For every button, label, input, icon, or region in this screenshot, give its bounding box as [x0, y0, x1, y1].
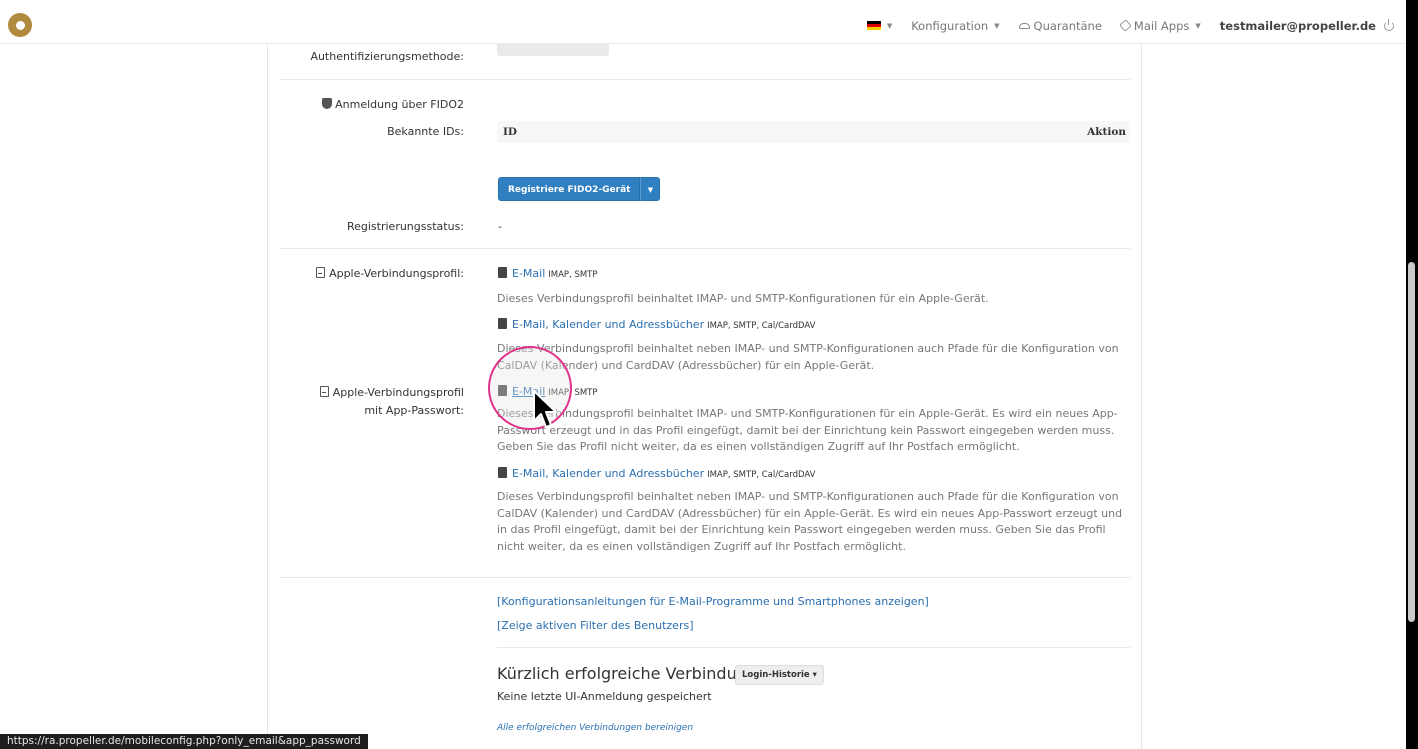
login-history-button[interactable]: Login-Historie ▾ [735, 665, 824, 685]
column-id: ID [503, 126, 518, 138]
top-navbar: ▼ Konfiguration ▼ Quarantäne Mail Apps ▼ t… [0, 7, 1406, 44]
apple-profile-full-desc: Dieses Verbindungsprofil beinhaltet nebe… [497, 342, 1119, 372]
apple-app-profile-full: E-Mail, Kalender und Adressbücher IMAP, S… [498, 467, 815, 480]
config-menu[interactable]: Konfiguration ▼ [911, 19, 999, 33]
login-history-label: Login-Historie [742, 670, 810, 680]
apple-app-profile-email-desc: Dieses Verbindungsprofil beinhaltet IMAP… [497, 407, 1118, 453]
apple-profile-label: Apple-Verbindungsprofil: [316, 267, 464, 280]
known-ids-table-header: ID Aktion [497, 121, 1130, 143]
config-menu-label: Konfiguration [911, 18, 989, 33]
scrollbar-thumb[interactable] [1408, 262, 1415, 622]
auth-method-select[interactable] [497, 44, 609, 56]
apple-profile-label-text: Apple-Verbindungsprofil: [329, 267, 464, 280]
user-email: testmailer@propeller.de [1219, 18, 1376, 33]
register-fido-button[interactable]: Registriere FIDO2-Gerät [498, 177, 641, 201]
file-icon [498, 467, 507, 478]
chevron-down-icon: ▼ [886, 21, 893, 30]
language-dropdown[interactable]: ▼ [866, 21, 893, 30]
apple-profile-full-link[interactable]: E-Mail, Kalender und Adressbücher [512, 318, 704, 331]
link-icon [1119, 19, 1132, 32]
quarantine-icon [1018, 22, 1030, 29]
protocols-label: IMAP, SMTP [548, 270, 598, 280]
status-bar-url: https://ra.propeller.de/mobileconfig.php… [0, 734, 368, 749]
fido-title: Anmeldung über FIDO2 [322, 98, 464, 111]
quarantine-label: Quarantäne [1033, 18, 1102, 33]
apple-app-profile-label-line2: mit App-Passwort: [364, 404, 464, 417]
apple-app-profile-label: Apple-Verbindungsprofil mit App-Passwort… [319, 384, 464, 420]
auth-method-label: Authentifizierungsmethode: [310, 50, 464, 63]
chevron-down-icon: ▼ [1195, 21, 1201, 30]
protocols-label: IMAP, SMTP, Cal/CardDAV [707, 321, 816, 331]
logo[interactable] [8, 13, 32, 37]
apple-profile-email-desc: Dieses Verbindungsprofil beinhaltet IMAP… [497, 292, 989, 305]
fido-title-text: Anmeldung über FIDO2 [335, 98, 464, 111]
divider [280, 79, 1130, 80]
quarantine-link[interactable]: Quarantäne [1018, 18, 1102, 33]
column-action: Aktion [1087, 126, 1126, 138]
file-icon [498, 318, 507, 329]
protocols-label: IMAP, SMTP, Cal/CardDAV [707, 470, 816, 480]
active-filters-link[interactable]: [Zeige aktiven Filter des Benutzers] [497, 619, 694, 632]
shield-icon [322, 98, 333, 109]
no-login-text: Keine letzte UI-Anmeldung gespeichert [497, 690, 712, 703]
clear-connections-link[interactable]: Alle erfolgreichen Verbindungen bereinig… [497, 723, 693, 733]
apple-profile-email: E-Mail IMAP, SMTP [498, 267, 598, 280]
document-icon [319, 386, 329, 397]
mail-apps-menu[interactable]: Mail Apps ▼ [1119, 18, 1201, 33]
file-icon [498, 267, 507, 278]
mouse-pointer-icon [533, 390, 557, 428]
document-icon [316, 267, 326, 278]
click-highlight-ring [488, 346, 572, 430]
apple-app-profile-label-line1: Apple-Verbindungsprofil [332, 386, 464, 399]
chevron-down-icon: ▼ [994, 21, 1000, 30]
divider [497, 647, 1130, 648]
register-fido-button-group: Registriere FIDO2-Gerät ▼ [498, 177, 661, 201]
known-ids-label: Bekannte IDs: [387, 125, 464, 138]
apple-app-profile-full-link[interactable]: E-Mail, Kalender und Adressbücher [512, 467, 704, 480]
mail-apps-label: Mail Apps [1133, 18, 1190, 33]
apple-app-profile-full-desc: Dieses Verbindungsprofil beinhaltet nebe… [497, 490, 1123, 553]
divider [280, 248, 1130, 249]
browser-viewport: ▼ Konfiguration ▼ Quarantäne Mail Apps ▼ t… [0, 0, 1406, 749]
config-guides-link[interactable]: [Konfigurationsanleitungen für E-Mail-Pr… [497, 595, 929, 608]
german-flag-icon [866, 21, 881, 30]
logout-icon[interactable] [1384, 18, 1394, 31]
apple-profile-full: E-Mail, Kalender und Adressbücher IMAP, S… [498, 318, 815, 331]
apple-profile-email-link[interactable]: E-Mail [512, 267, 545, 280]
reg-status-value: - [498, 220, 502, 233]
chevron-down-icon: ▼ [647, 186, 654, 194]
divider [280, 577, 1130, 578]
chevron-down-icon: ▾ [812, 670, 817, 680]
reg-status-label: Registrierungsstatus: [346, 220, 464, 233]
register-fido-dropdown[interactable]: ▼ [640, 177, 661, 201]
user-menu[interactable]: testmailer@propeller.de [1219, 18, 1394, 33]
